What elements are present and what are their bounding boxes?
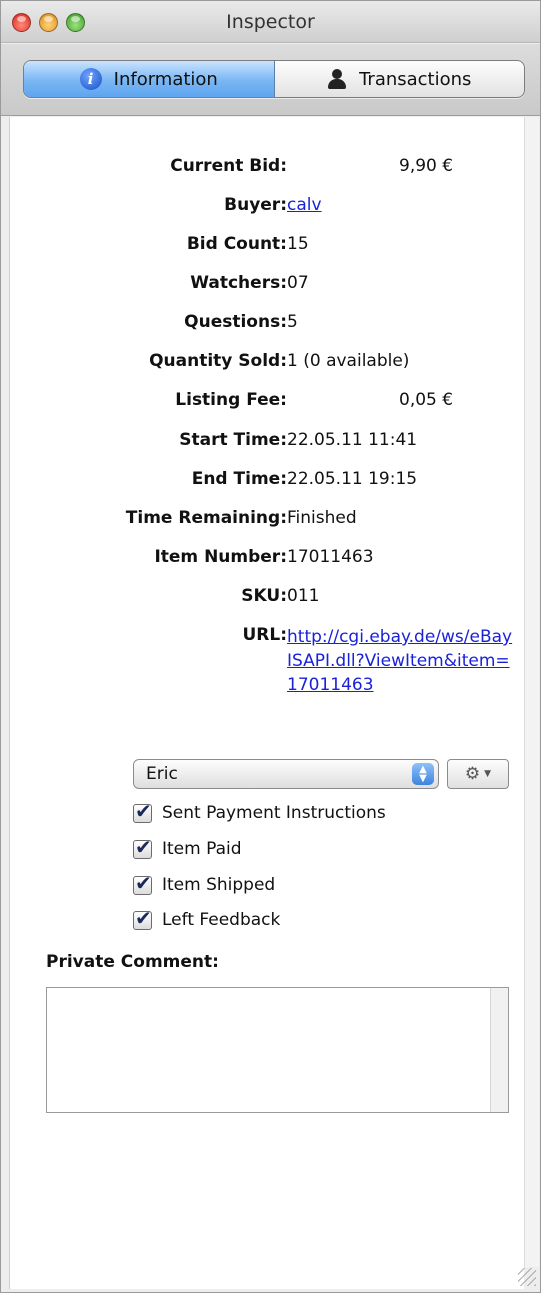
comment-scrollbar[interactable] (490, 988, 508, 1112)
toolbar: i Information Transactions (1, 44, 540, 116)
segmented-control: i Information Transactions (23, 60, 525, 98)
item-number-value: 17011463 (287, 547, 374, 567)
watchers-label: Watchers: (190, 273, 287, 293)
end-time-label: End Time: (191, 469, 287, 489)
questions-label: Questions: (184, 312, 287, 332)
checkbox-checked[interactable] (133, 906, 152, 930)
current-bid-row: Current Bid: 9,90 € (10, 156, 525, 182)
sent-payment-instructions-checkbox[interactable]: Sent Payment Instructions (133, 799, 386, 826)
bid-count-value: 15 (287, 234, 309, 254)
start-time-value: 22.05.11 11:41 (287, 430, 418, 450)
gear-icon: ⚙ (464, 764, 481, 784)
popup-arrows-icon: ▲ ▼ (412, 763, 434, 785)
watchers-value: 07 (287, 273, 309, 293)
user-popup[interactable]: Eric ▲ ▼ (133, 759, 439, 789)
url-link[interactable]: http://cgi.ebay.de/ws/eBayISAPI.dll?View… (287, 625, 517, 697)
info-icon: i (79, 68, 102, 90)
checkbox-label: Item Paid (162, 839, 242, 859)
url-row: URL: http://cgi.ebay.de/ws/eBayISAPI.dll… (10, 625, 525, 725)
quantity-sold-row: Quantity Sold: 1 (0 available) (10, 351, 525, 377)
listing-fee-row: Listing Fee: 0,05 € (10, 390, 525, 416)
checkbox-label: Left Feedback (162, 910, 281, 930)
tab-transactions[interactable]: Transactions (275, 61, 525, 97)
bid-count-label: Bid Count: (186, 234, 287, 254)
vertical-scrollbar[interactable] (524, 117, 539, 1267)
current-bid-label: Current Bid: (170, 156, 287, 176)
item-number-row: Item Number: 17011463 (10, 547, 525, 573)
listing-fee-value: 0,05 € (399, 390, 454, 410)
item-shipped-checkbox[interactable]: Item Shipped (133, 871, 276, 898)
watchers-row: Watchers: 07 (10, 273, 525, 299)
end-time-row: End Time: 22.05.11 19:15 (10, 469, 525, 495)
time-remaining-row: Time Remaining: Finished (10, 508, 525, 534)
title-bar: Inspector (1, 1, 540, 43)
time-remaining-value: Finished (287, 508, 357, 528)
information-panel: Current Bid: 9,90 € Buyer: calv Bid Coun… (9, 117, 524, 1289)
item-number-label: Item Number: (154, 547, 287, 567)
private-comment-label: Private Comment: (46, 952, 219, 972)
sku-value: 011 (287, 586, 320, 606)
private-comment-field[interactable] (46, 987, 509, 1113)
sku-row: SKU: 011 (10, 586, 525, 612)
checkbox-label: Sent Payment Instructions (162, 803, 386, 823)
left-feedback-checkbox[interactable]: Left Feedback (133, 906, 281, 933)
start-time-label: Start Time: (179, 430, 287, 450)
tab-transactions-label: Transactions (359, 68, 472, 90)
buyer-row: Buyer: calv (10, 195, 525, 221)
questions-row: Questions: 5 (10, 312, 525, 338)
quantity-sold-label: Quantity Sold: (149, 351, 287, 371)
checkbox-checked[interactable] (133, 835, 152, 859)
user-popup-value: Eric (146, 764, 178, 784)
item-paid-checkbox[interactable]: Item Paid (133, 835, 242, 862)
sku-label: SKU: (241, 586, 287, 606)
checkbox-checked[interactable] (133, 871, 152, 895)
chevron-down-icon: ▼ (484, 769, 492, 779)
person-icon (327, 69, 347, 89)
action-menu-button[interactable]: ⚙ ▼ (447, 759, 509, 789)
bid-count-row: Bid Count: 15 (10, 234, 525, 260)
listing-fee-label: Listing Fee: (175, 390, 287, 410)
quantity-sold-value: 1 (0 available) (287, 351, 410, 371)
tab-information[interactable]: i Information (24, 61, 275, 97)
current-bid-value: 9,90 € (399, 156, 454, 176)
buyer-label: Buyer: (224, 195, 287, 215)
time-remaining-label: Time Remaining: (125, 508, 287, 528)
questions-value: 5 (287, 312, 298, 332)
window-title: Inspector (226, 11, 315, 33)
end-time-value: 22.05.11 19:15 (287, 469, 418, 489)
checkbox-checked[interactable] (133, 799, 152, 823)
start-time-row: Start Time: 22.05.11 11:41 (10, 430, 525, 456)
tab-information-label: Information (113, 68, 218, 90)
resize-grip-icon[interactable] (518, 1268, 536, 1286)
url-label: URL: (242, 625, 287, 645)
inspector-window: Inspector i Information Transactions Cur… (0, 0, 541, 1293)
checkbox-label: Item Shipped (162, 875, 276, 895)
buyer-link[interactable]: calv (287, 195, 322, 215)
